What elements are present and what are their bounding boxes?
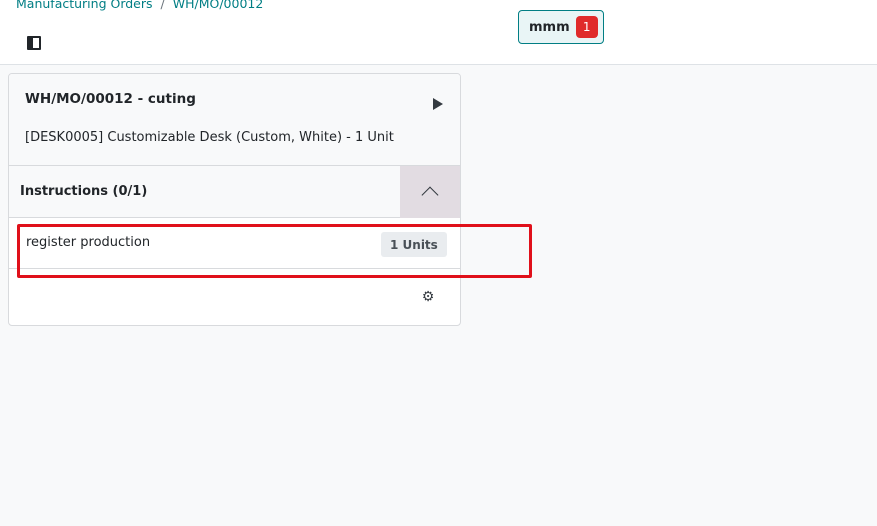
instructions-label: Instructions (0/1) <box>20 184 148 199</box>
play-icon[interactable] <box>433 98 443 110</box>
top-bar: Manufacturing Orders / WH/MO/00012 mmm 1 <box>0 0 877 65</box>
breadcrumb-manufacturing-orders[interactable]: Manufacturing Orders <box>16 0 153 11</box>
panel-toggle-icon[interactable] <box>27 36 41 50</box>
instruction-step-row[interactable]: register production 1 Units <box>9 219 460 269</box>
product-line: [DESK0005] Customizable Desk (Custom, Wh… <box>25 130 394 145</box>
step-name: register production <box>26 235 151 250</box>
workorder-title: WH/MO/00012 - cuting <box>25 91 196 107</box>
employee-button[interactable]: mmm 1 <box>518 10 604 44</box>
workorder-card-header[interactable]: WH/MO/00012 - cuting [DESK0005] Customiz… <box>9 74 460 166</box>
employee-count-badge: 1 <box>575 16 598 38</box>
breadcrumb-separator: / <box>160 0 165 11</box>
chevron-up-icon <box>421 186 439 204</box>
instructions-header[interactable]: Instructions (0/1) <box>9 166 460 218</box>
collapse-instructions-button[interactable] <box>400 166 460 218</box>
step-quantity-badge[interactable]: 1 Units <box>381 232 447 257</box>
breadcrumb-current[interactable]: WH/MO/00012 <box>173 0 264 11</box>
breadcrumb: Manufacturing Orders / WH/MO/00012 <box>16 0 263 11</box>
workorder-card: WH/MO/00012 - cuting [DESK0005] Customiz… <box>8 73 461 326</box>
gear-icon[interactable]: ⚙ <box>421 290 435 304</box>
employee-name: mmm <box>529 19 570 35</box>
